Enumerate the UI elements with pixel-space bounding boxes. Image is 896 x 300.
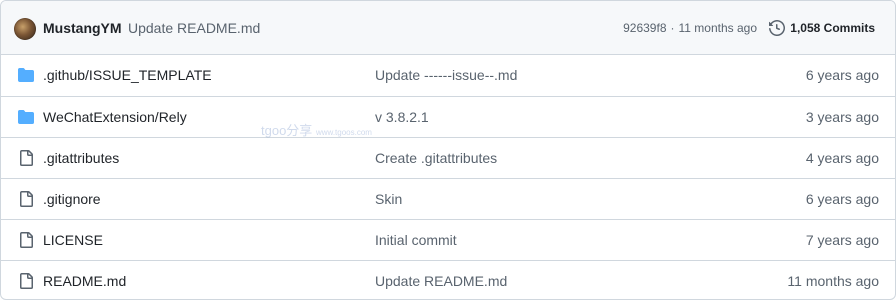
- file-name-link[interactable]: .gitattributes: [43, 150, 119, 166]
- commit-time: 11 months ago: [678, 21, 758, 35]
- file-icon: [18, 150, 34, 166]
- file-row[interactable]: .gitattributes Create .gitattributes 4 yea…: [1, 137, 895, 178]
- file-commit-age: 7 years ago: [805, 232, 879, 248]
- commits-count: 1,058 Commits: [790, 21, 875, 35]
- file-row[interactable]: README.md Update README.md 11 months ago: [1, 260, 895, 299]
- latest-commit-bar: MustangYM Update README.md 92639f8 · 11 …: [1, 1, 895, 55]
- file-commit-age: 4 years ago: [805, 150, 879, 166]
- commit-message-link[interactable]: Update README.md: [128, 20, 260, 36]
- file-commit-age: 11 months ago: [787, 273, 879, 289]
- commits-history-button[interactable]: 1,058 Commits: [769, 17, 875, 39]
- file-row[interactable]: .github/ISSUE_TEMPLATE Update ------issue…: [1, 55, 895, 96]
- file-icon: [18, 232, 34, 248]
- file-icon: [18, 273, 34, 289]
- file-name-link[interactable]: WeChatExtension/Rely: [43, 109, 187, 125]
- meta-separator: ·: [670, 21, 675, 35]
- file-commit-message-link[interactable]: Update ------issue--.md: [375, 67, 517, 83]
- file-commit-age: 3 years ago: [805, 109, 879, 125]
- file-row[interactable]: WeChatExtension/Rely v 3.8.2.1 3 years ago: [1, 96, 895, 137]
- file-commit-message-link[interactable]: Initial commit: [375, 232, 457, 248]
- file-name-link[interactable]: .gitignore: [43, 191, 101, 207]
- file-commit-message-link[interactable]: Create .gitattributes: [375, 150, 497, 166]
- file-list: .github/ISSUE_TEMPLATE Update ------issue…: [1, 55, 895, 299]
- commit-meta: 92639f8 · 11 months ago: [623, 21, 757, 35]
- file-name-link[interactable]: .github/ISSUE_TEMPLATE: [43, 67, 212, 83]
- file-commit-message-link[interactable]: Update README.md: [375, 273, 507, 289]
- file-browser: MustangYM Update README.md 92639f8 · 11 …: [0, 0, 896, 300]
- file-commit-age: 6 years ago: [805, 67, 879, 83]
- folder-icon: [18, 67, 34, 83]
- file-row[interactable]: .gitignore Skin 6 years ago: [1, 178, 895, 219]
- file-commit-age: 6 years ago: [805, 191, 879, 207]
- file-commit-message-link[interactable]: Skin: [375, 191, 402, 207]
- commit-author-link[interactable]: MustangYM: [43, 20, 122, 36]
- file-name-link[interactable]: README.md: [43, 273, 126, 289]
- folder-icon: [18, 109, 34, 125]
- author-avatar[interactable]: [14, 18, 36, 40]
- file-name-link[interactable]: LICENSE: [43, 232, 103, 248]
- file-icon: [18, 191, 34, 207]
- file-row[interactable]: LICENSE Initial commit 7 years ago: [1, 219, 895, 260]
- history-icon: [769, 20, 786, 36]
- commit-hash-link[interactable]: 92639f8: [623, 21, 666, 35]
- file-commit-message-link[interactable]: v 3.8.2.1: [375, 109, 429, 125]
